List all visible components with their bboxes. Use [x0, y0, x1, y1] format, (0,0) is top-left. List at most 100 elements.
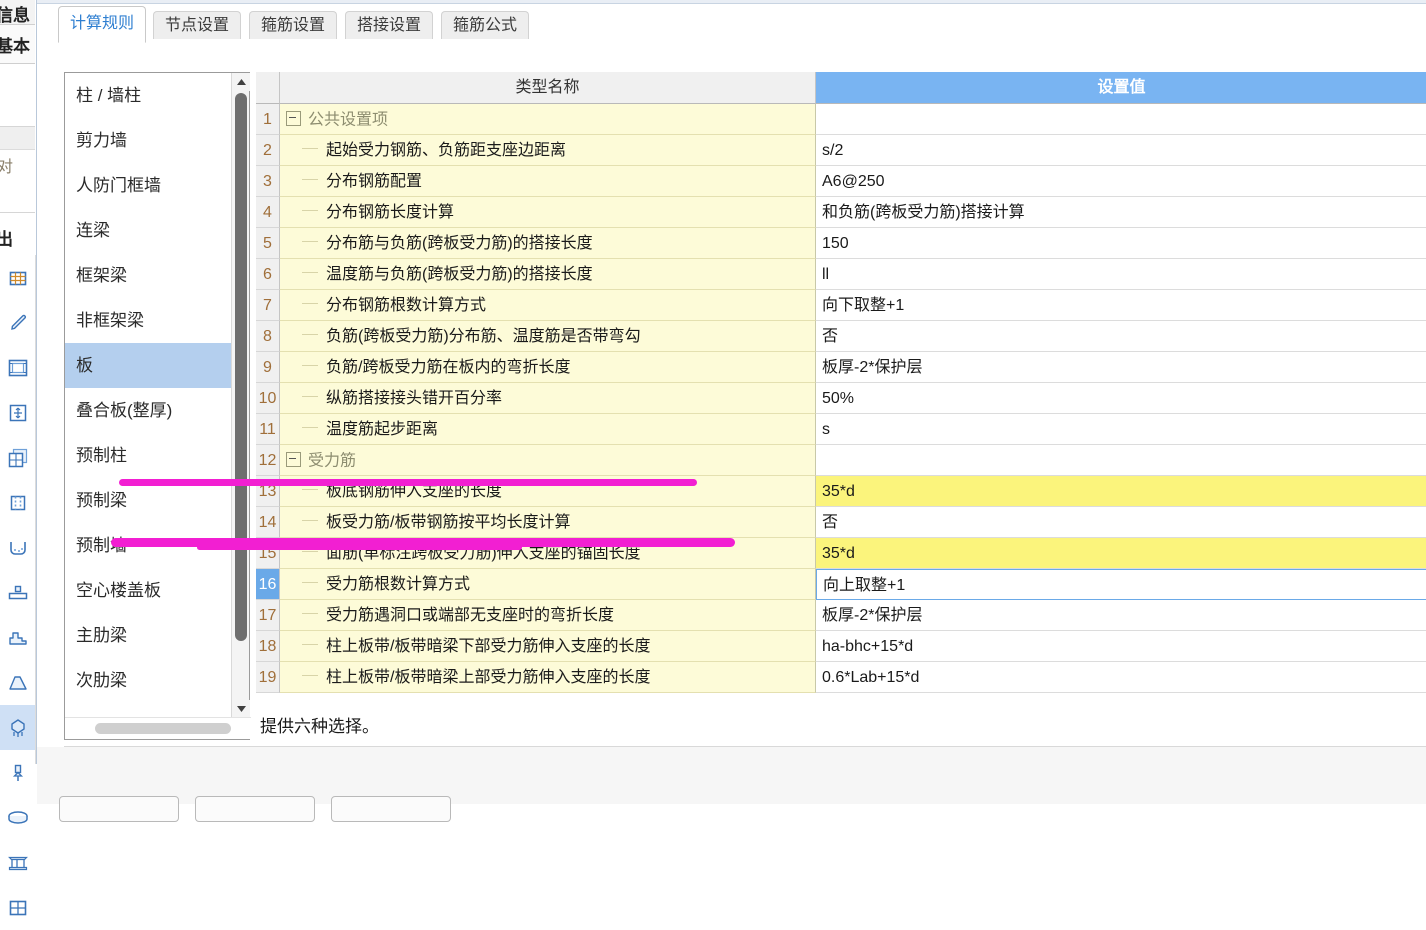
row-value-cell[interactable]: 向下取整+1: [816, 290, 1426, 321]
table-row[interactable]: 18 柱上板带/板带暗梁下部受力筋伸入支座的长度 ha-bhc+15*d: [256, 631, 1426, 662]
category-item[interactable]: 预制柱: [65, 433, 233, 478]
row-value-cell[interactable]: 0.6*Lab+15*d: [816, 662, 1426, 693]
row-index-cell[interactable]: 16: [256, 569, 280, 600]
row-value-cell[interactable]: ha-bhc+15*d: [816, 631, 1426, 662]
row-name-cell[interactable]: 温度筋起步距离: [280, 414, 816, 445]
category-item[interactable]: 柱 / 墙柱: [65, 73, 233, 118]
frame-grid-icon[interactable]: [0, 345, 35, 390]
table-row[interactable]: 9 负筋/跨板受力筋在板内的弯折长度 板厚-2*保护层: [256, 352, 1426, 383]
row-value-cell[interactable]: ll: [816, 259, 1426, 290]
row-value-cell[interactable]: 50%: [816, 383, 1426, 414]
row-index-cell[interactable]: 5: [256, 228, 280, 259]
category-item[interactable]: 人防门框墙: [65, 163, 233, 208]
table-row[interactable]: 19 柱上板带/板带暗梁上部受力筋伸入支座的长度 0.6*Lab+15*d: [256, 662, 1426, 693]
tab-lap-settings[interactable]: 搭接设置: [345, 11, 434, 39]
row-value-cell[interactable]: A6@250: [816, 166, 1426, 197]
chrome-tab-info[interactable]: 信息: [0, 0, 35, 25]
scroll-up-arrow-icon[interactable]: [232, 73, 250, 91]
row-value-cell[interactable]: [816, 104, 1426, 135]
grid-layout-icon[interactable]: [0, 255, 35, 300]
row-name-cell[interactable]: 受力筋: [280, 445, 816, 476]
row-value-cell[interactable]: 150: [816, 228, 1426, 259]
tab-calculation-rules[interactable]: 计算规则: [58, 6, 147, 43]
category-item[interactable]: 非框架梁: [65, 298, 233, 343]
pad-footing-icon[interactable]: [0, 570, 35, 615]
tab-stirrup-settings[interactable]: 箍筋设置: [249, 11, 338, 39]
category-horizontal-scrollbar[interactable]: [65, 717, 251, 739]
row-index-cell[interactable]: 9: [256, 352, 280, 383]
table-row[interactable]: 5 分布筋与负筋(跨板受力筋)的搭接长度 150: [256, 228, 1426, 259]
pile-icon[interactable]: [0, 750, 35, 795]
row-name-cell[interactable]: 纵筋搭接接头错开百分率: [280, 383, 816, 414]
category-item[interactable]: 空心楼盖板: [65, 568, 233, 613]
category-item[interactable]: 板: [65, 343, 233, 388]
row-name-cell[interactable]: 板底钢筋伸入支座的长度: [280, 476, 816, 507]
row-index-cell[interactable]: 19: [256, 662, 280, 693]
row-value-cell[interactable]: [816, 445, 1426, 476]
chrome-tab-basic[interactable]: 基本: [0, 25, 35, 64]
row-name-cell[interactable]: 负筋(跨板受力筋)分布筋、温度筋是否带弯勾: [280, 321, 816, 352]
category-scrollbar-thumb[interactable]: [235, 93, 247, 641]
table-row[interactable]: 1 公共设置项: [256, 104, 1426, 135]
row-index-cell[interactable]: 7: [256, 290, 280, 321]
category-vertical-scrollbar[interactable]: [231, 73, 250, 718]
table-row[interactable]: 6 温度筋与负筋(跨板受力筋)的搭接长度 ll: [256, 259, 1426, 290]
bottom-button-1[interactable]: [59, 796, 179, 822]
row-value-cell-editing[interactable]: 向上取整+1: [816, 569, 1426, 600]
row-value-cell[interactable]: 板厚-2*保护层: [816, 352, 1426, 383]
row-name-cell[interactable]: 分布钢筋长度计算: [280, 197, 816, 228]
row-name-cell[interactable]: 柱上板带/板带暗梁下部受力筋伸入支座的长度: [280, 631, 816, 662]
table-row[interactable]: 15 面筋(单标注跨板受力筋)伸入支座的锚固长度 35*d: [256, 538, 1426, 569]
table-row[interactable]: 13 板底钢筋伸入支座的长度 35*d: [256, 476, 1426, 507]
bottom-button-2[interactable]: [195, 796, 315, 822]
row-index-cell[interactable]: 8: [256, 321, 280, 352]
row-name-cell[interactable]: 分布钢筋配置: [280, 166, 816, 197]
category-item[interactable]: 连梁: [65, 208, 233, 253]
row-index-cell[interactable]: 4: [256, 197, 280, 228]
row-index-cell[interactable]: 13: [256, 476, 280, 507]
table-row[interactable]: 2 起始受力钢筋、负筋距支座边距离 s/2: [256, 135, 1426, 166]
row-value-cell[interactable]: 和负筋(跨板受力筋)搭接计算: [816, 197, 1426, 228]
ellipse-slab-icon[interactable]: [0, 795, 35, 840]
row-name-cell[interactable]: 起始受力钢筋、负筋距支座边距离: [280, 135, 816, 166]
table-row[interactable]: 4 分布钢筋长度计算 和负筋(跨板受力筋)搭接计算: [256, 197, 1426, 228]
row-name-cell[interactable]: 柱上板带/板带暗梁上部受力筋伸入支座的长度: [280, 662, 816, 693]
row-index-cell[interactable]: 1: [256, 104, 280, 135]
row-value-cell[interactable]: 35*d: [816, 538, 1426, 569]
row-name-cell[interactable]: 受力筋遇洞口或端部无支座时的弯折长度: [280, 600, 816, 631]
row-index-cell[interactable]: 6: [256, 259, 280, 290]
category-item[interactable]: 预制梁: [65, 478, 233, 523]
row-name-cell[interactable]: 公共设置项: [280, 104, 816, 135]
pile-cap-icon[interactable]: [0, 705, 35, 750]
stepped-footing-icon[interactable]: [0, 615, 35, 660]
layered-grid-icon[interactable]: [0, 435, 35, 480]
row-index-cell[interactable]: 11: [256, 414, 280, 445]
row-name-cell[interactable]: 分布钢筋根数计算方式: [280, 290, 816, 321]
category-item[interactable]: 框架梁: [65, 253, 233, 298]
table-row[interactable]: 10 纵筋搭接接头错开百分率 50%: [256, 383, 1426, 414]
grid-header-type-name[interactable]: 类型名称: [280, 72, 816, 104]
table-row[interactable]: 16 受力筋根数计算方式 向上取整+1: [256, 569, 1426, 600]
row-name-cell[interactable]: 面筋(单标注跨板受力筋)伸入支座的锚固长度: [280, 538, 816, 569]
column-section-icon[interactable]: [0, 480, 35, 525]
category-item[interactable]: 预制墙: [65, 523, 233, 568]
row-index-cell[interactable]: 3: [256, 166, 280, 197]
row-name-cell[interactable]: 分布筋与负筋(跨板受力筋)的搭接长度: [280, 228, 816, 259]
row-value-cell[interactable]: 否: [816, 321, 1426, 352]
table-row[interactable]: 12 受力筋: [256, 445, 1426, 476]
row-name-cell[interactable]: 受力筋根数计算方式: [280, 569, 816, 600]
category-item[interactable]: 主肋梁: [65, 613, 233, 658]
ribbed-foundation-icon[interactable]: [0, 840, 35, 885]
row-index-cell[interactable]: 18: [256, 631, 280, 662]
table-row[interactable]: 11 温度筋起步距离 s: [256, 414, 1426, 445]
foundation-pit-icon[interactable]: [0, 525, 35, 570]
category-hscroll-thumb[interactable]: [95, 723, 231, 734]
row-value-cell[interactable]: s: [816, 414, 1426, 445]
table-row[interactable]: 17 受力筋遇洞口或端部无支座时的弯折长度 板厚-2*保护层: [256, 600, 1426, 631]
collapse-minus-icon[interactable]: [286, 110, 301, 126]
window-grid-icon[interactable]: [0, 885, 35, 930]
grid-header-set-value[interactable]: 设置值: [816, 72, 1426, 104]
row-index-cell[interactable]: 17: [256, 600, 280, 631]
table-row[interactable]: 7 分布钢筋根数计算方式 向下取整+1: [256, 290, 1426, 321]
row-name-cell[interactable]: 温度筋与负筋(跨板受力筋)的搭接长度: [280, 259, 816, 290]
